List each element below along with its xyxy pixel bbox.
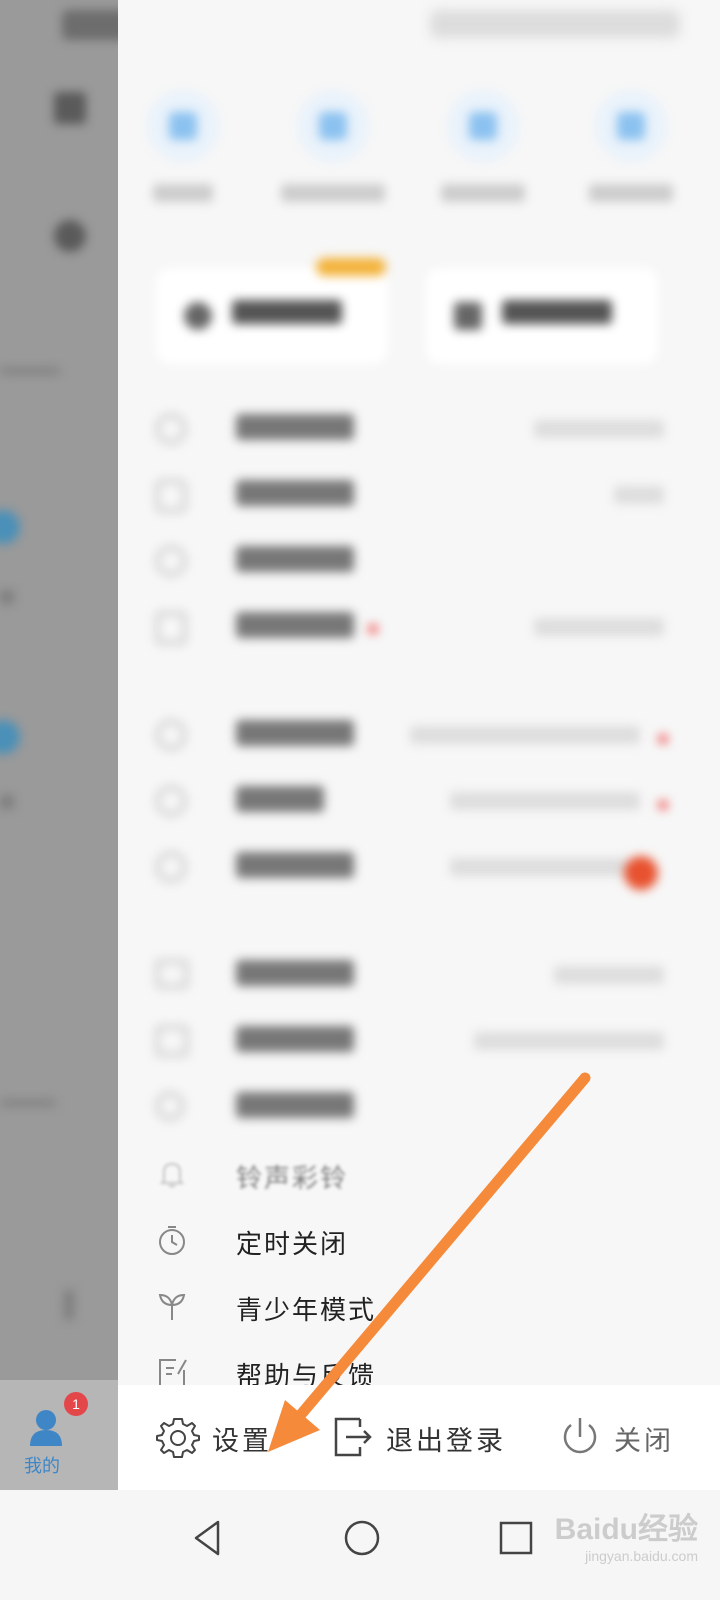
annotation-arrow-icon <box>268 1072 591 1452</box>
baidu-jingyan-watermark: Baidu经验 jingyan.baidu.com <box>555 1504 698 1564</box>
watermark-main: Baidu经验 <box>554 1513 698 1546</box>
nav-back-icon[interactable] <box>186 1516 230 1560</box>
nav-recents-icon[interactable] <box>494 1516 538 1560</box>
nav-home-icon[interactable] <box>340 1516 384 1560</box>
watermark-sub: jingyan.baidu.com <box>585 1548 698 1564</box>
system-nav-bar: Baidu经验 jingyan.baidu.com <box>0 1490 720 1600</box>
